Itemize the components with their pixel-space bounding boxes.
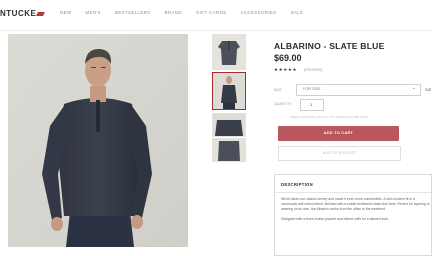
- description-panel: DESCRIPTION We've taken our classic henl…: [274, 174, 432, 256]
- description-paragraph: Designed with a three-button placket and…: [281, 216, 389, 221]
- nav-item-mens[interactable]: MEN'S: [85, 10, 101, 15]
- description-heading[interactable]: DESCRIPTION: [281, 182, 313, 187]
- add-to-cart-button[interactable]: ADD TO CART: [278, 126, 399, 141]
- thumbnail-image: [213, 35, 245, 69]
- description-paragraph: We've taken our classic henley and made …: [281, 197, 430, 212]
- thumbnail-image: [213, 139, 245, 161]
- brand-logo-accent: [36, 11, 46, 16]
- chevron-down-icon: ⌄: [411, 85, 416, 91]
- description-divider: [275, 192, 431, 193]
- thumbnail-model-front[interactable]: [212, 72, 246, 110]
- nav-item-gift-cards[interactable]: GIFT CARDS: [196, 10, 227, 15]
- brand-logo-text: NTUCKE: [0, 9, 37, 18]
- thumbnail-flat-shirt[interactable]: [212, 34, 246, 70]
- reviews-link[interactable]: (REVIEWS): [304, 68, 322, 72]
- thumbnail-back[interactable]: [212, 138, 246, 162]
- brand-logo[interactable]: NTUCKE: [0, 9, 46, 18]
- product-price: $69.00: [274, 53, 302, 63]
- add-to-wishlist-button[interactable]: ADD TO WISHLIST: [278, 146, 401, 161]
- rating-stars[interactable]: ★★★★★: [274, 67, 297, 73]
- quantity-value: 1: [310, 102, 313, 107]
- nav-item-bestsellers[interactable]: BESTSELLERS: [115, 10, 151, 15]
- model-photo: [8, 34, 188, 247]
- add-to-wishlist-label: ADD TO WISHLIST: [322, 151, 357, 155]
- nav-item-sale[interactable]: SALE: [291, 10, 304, 15]
- thumbnail-image: [213, 114, 245, 136]
- thumbnail-image: [213, 73, 245, 109]
- add-to-cart-label: ADD TO CART: [323, 131, 354, 135]
- top-navigation: NTUCKE NEW MEN'S BESTSELLERS BRAND GIFT …: [0, 0, 432, 31]
- product-title: ALBARINO - SLATE BLUE: [274, 41, 385, 51]
- quantity-input[interactable]: 1: [300, 99, 324, 111]
- product-main-image[interactable]: [8, 34, 188, 247]
- nav-item-accessories[interactable]: ACCESSORIES: [241, 10, 277, 15]
- thumbnail-detail[interactable]: [212, 113, 246, 137]
- quantity-label: QUANTITY: [274, 102, 292, 106]
- size-dropdown[interactable]: FOR SIZE ⌄: [296, 84, 421, 96]
- nav-item-new[interactable]: NEW: [60, 10, 71, 15]
- size-dropdown-value: FOR SIZE: [303, 87, 321, 91]
- shipping-note: FREE SHIPPING ON ALL US ORDERS OVER $100: [290, 115, 368, 119]
- main-menu: NEW MEN'S BESTSELLERS BRAND GIFT CARDS A…: [60, 10, 303, 15]
- size-label: SIZE: [274, 88, 282, 92]
- size-guide-link[interactable]: SIZ: [425, 87, 431, 92]
- nav-item-brand[interactable]: BRAND: [165, 10, 182, 15]
- description-body: We've taken our classic henley and made …: [281, 197, 431, 226]
